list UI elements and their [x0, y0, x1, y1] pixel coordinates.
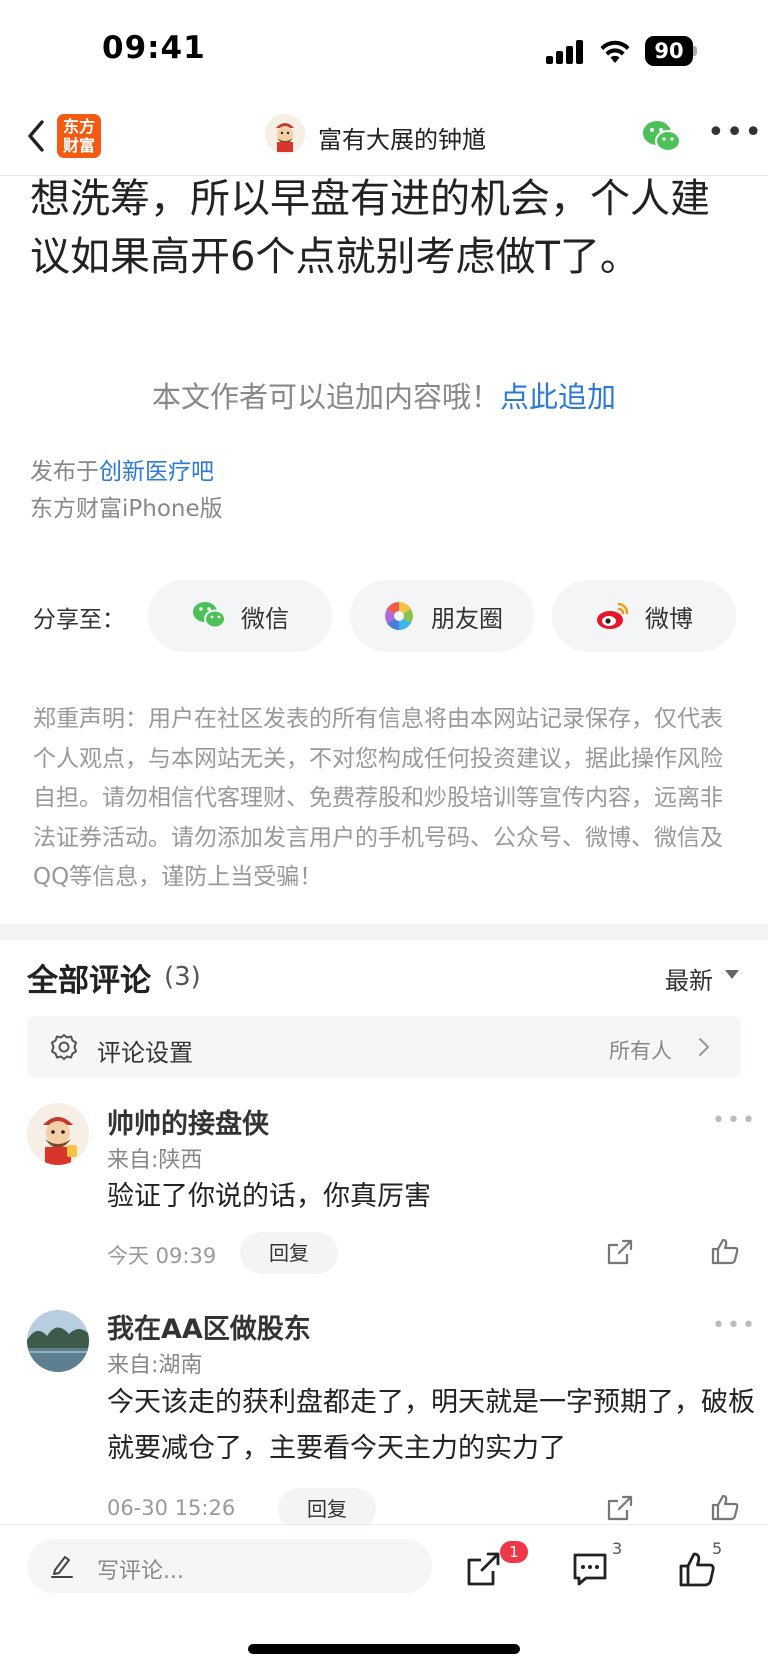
pen-icon [51, 1556, 73, 1578]
author-name[interactable]: 富有大展的钟馗 [318, 120, 486, 155]
commenter-location: 来自:陕西 [107, 1148, 203, 1173]
reply-button[interactable]: 回复 [240, 1232, 338, 1274]
chevron-right-icon [699, 1038, 709, 1056]
home-indicator [248, 1644, 520, 1654]
gear-icon [51, 1034, 77, 1060]
comment-input[interactable]: 写评论... [27, 1539, 432, 1593]
comment-more-icon[interactable]: ••• [712, 1313, 757, 1338]
comments-title: 全部评论 [27, 963, 151, 999]
status-bar: 09:41 90 [0, 0, 768, 100]
like-icon[interactable] [677, 1549, 717, 1589]
article-body: 想洗筹，所以早盘有进的机会，个人建议如果高开6个点就别考虑做T了。 [30, 176, 710, 280]
author-avatar[interactable] [265, 114, 305, 154]
sort-dropdown[interactable]: 最新 [665, 961, 713, 996]
weibo-icon [597, 602, 629, 629]
section-divider [0, 924, 768, 940]
commenter-avatar[interactable] [27, 1310, 89, 1372]
status-time: 09:41 [102, 30, 206, 66]
share-label: 分享至： [33, 607, 125, 633]
like-count: 5 [712, 1539, 723, 1558]
published-in: 发布于创新医疗吧 [30, 459, 214, 485]
share-weibo-button[interactable]: 微博 [552, 580, 736, 652]
comment-settings-label: 评论设置 [97, 1039, 193, 1067]
commenter-avatar[interactable] [27, 1103, 89, 1165]
share-wechat-button[interactable]: 微信 [148, 580, 332, 652]
share-icon[interactable] [605, 1237, 635, 1267]
comment-time: 今天 09:39 [107, 1244, 217, 1268]
comment-more-icon[interactable]: ••• [712, 1108, 757, 1133]
client-source: 东方财富iPhone版 [30, 496, 223, 522]
append-link[interactable]: 点此追加 [500, 380, 616, 414]
disclaimer: 郑重声明：用户在社区发表的所有信息将由本网站记录保存，仅代表个人观点，与本网站无… [33, 706, 723, 890]
commenter-name[interactable]: 我在AA区做股东 [107, 1307, 311, 1346]
back-chevron-icon[interactable] [22, 116, 52, 156]
comment-text: 今天该走的获利盘都走了，明天就是一字预期了，破板就要减仓了，主要看今天主力的实力… [107, 1387, 755, 1464]
wifi-icon [600, 40, 630, 63]
comment-text: 验证了你说的话，你真厉害 [107, 1181, 431, 1212]
nav-bar: 东方 财富 富有大展的钟馗 ••• [0, 100, 768, 176]
moments-icon [385, 602, 413, 630]
wechat-share-icon[interactable] [641, 118, 683, 156]
eastmoney-logo[interactable]: 东方 财富 [57, 114, 101, 158]
comment-settings-value: 所有人 [609, 1039, 672, 1063]
forum-link[interactable]: 创新医疗吧 [99, 459, 214, 485]
commenter-name[interactable]: 帅帅的接盘侠 [107, 1102, 269, 1141]
comment-placeholder: 写评论... [97, 1559, 184, 1584]
wechat-icon [193, 602, 226, 629]
more-options-icon[interactable]: ••• [707, 118, 762, 148]
battery-icon: 90 [645, 36, 697, 66]
comments-count: (3) [164, 962, 201, 992]
share-badge: 1 [500, 1541, 528, 1563]
cellular-signal-icon [546, 40, 586, 64]
commenter-location: 来自:湖南 [107, 1353, 203, 1378]
caret-down-icon[interactable] [725, 970, 739, 979]
append-prompt: 本文作者可以追加内容哦！点此追加 [151, 380, 617, 414]
comment-count: 3 [612, 1539, 623, 1558]
thumbs-up-icon[interactable] [710, 1236, 740, 1266]
comment-settings-row[interactable]: 评论设置 所有人 [27, 1016, 741, 1078]
share-moments-button[interactable]: 朋友圈 [350, 580, 534, 652]
comment-icon[interactable] [570, 1549, 610, 1589]
battery-level: 90 [645, 36, 693, 66]
thumbs-up-icon[interactable] [710, 1492, 740, 1522]
comment-time: 06-30 15:26 [107, 1496, 236, 1520]
share-icon[interactable] [463, 1549, 503, 1589]
share-icon[interactable] [605, 1493, 635, 1523]
